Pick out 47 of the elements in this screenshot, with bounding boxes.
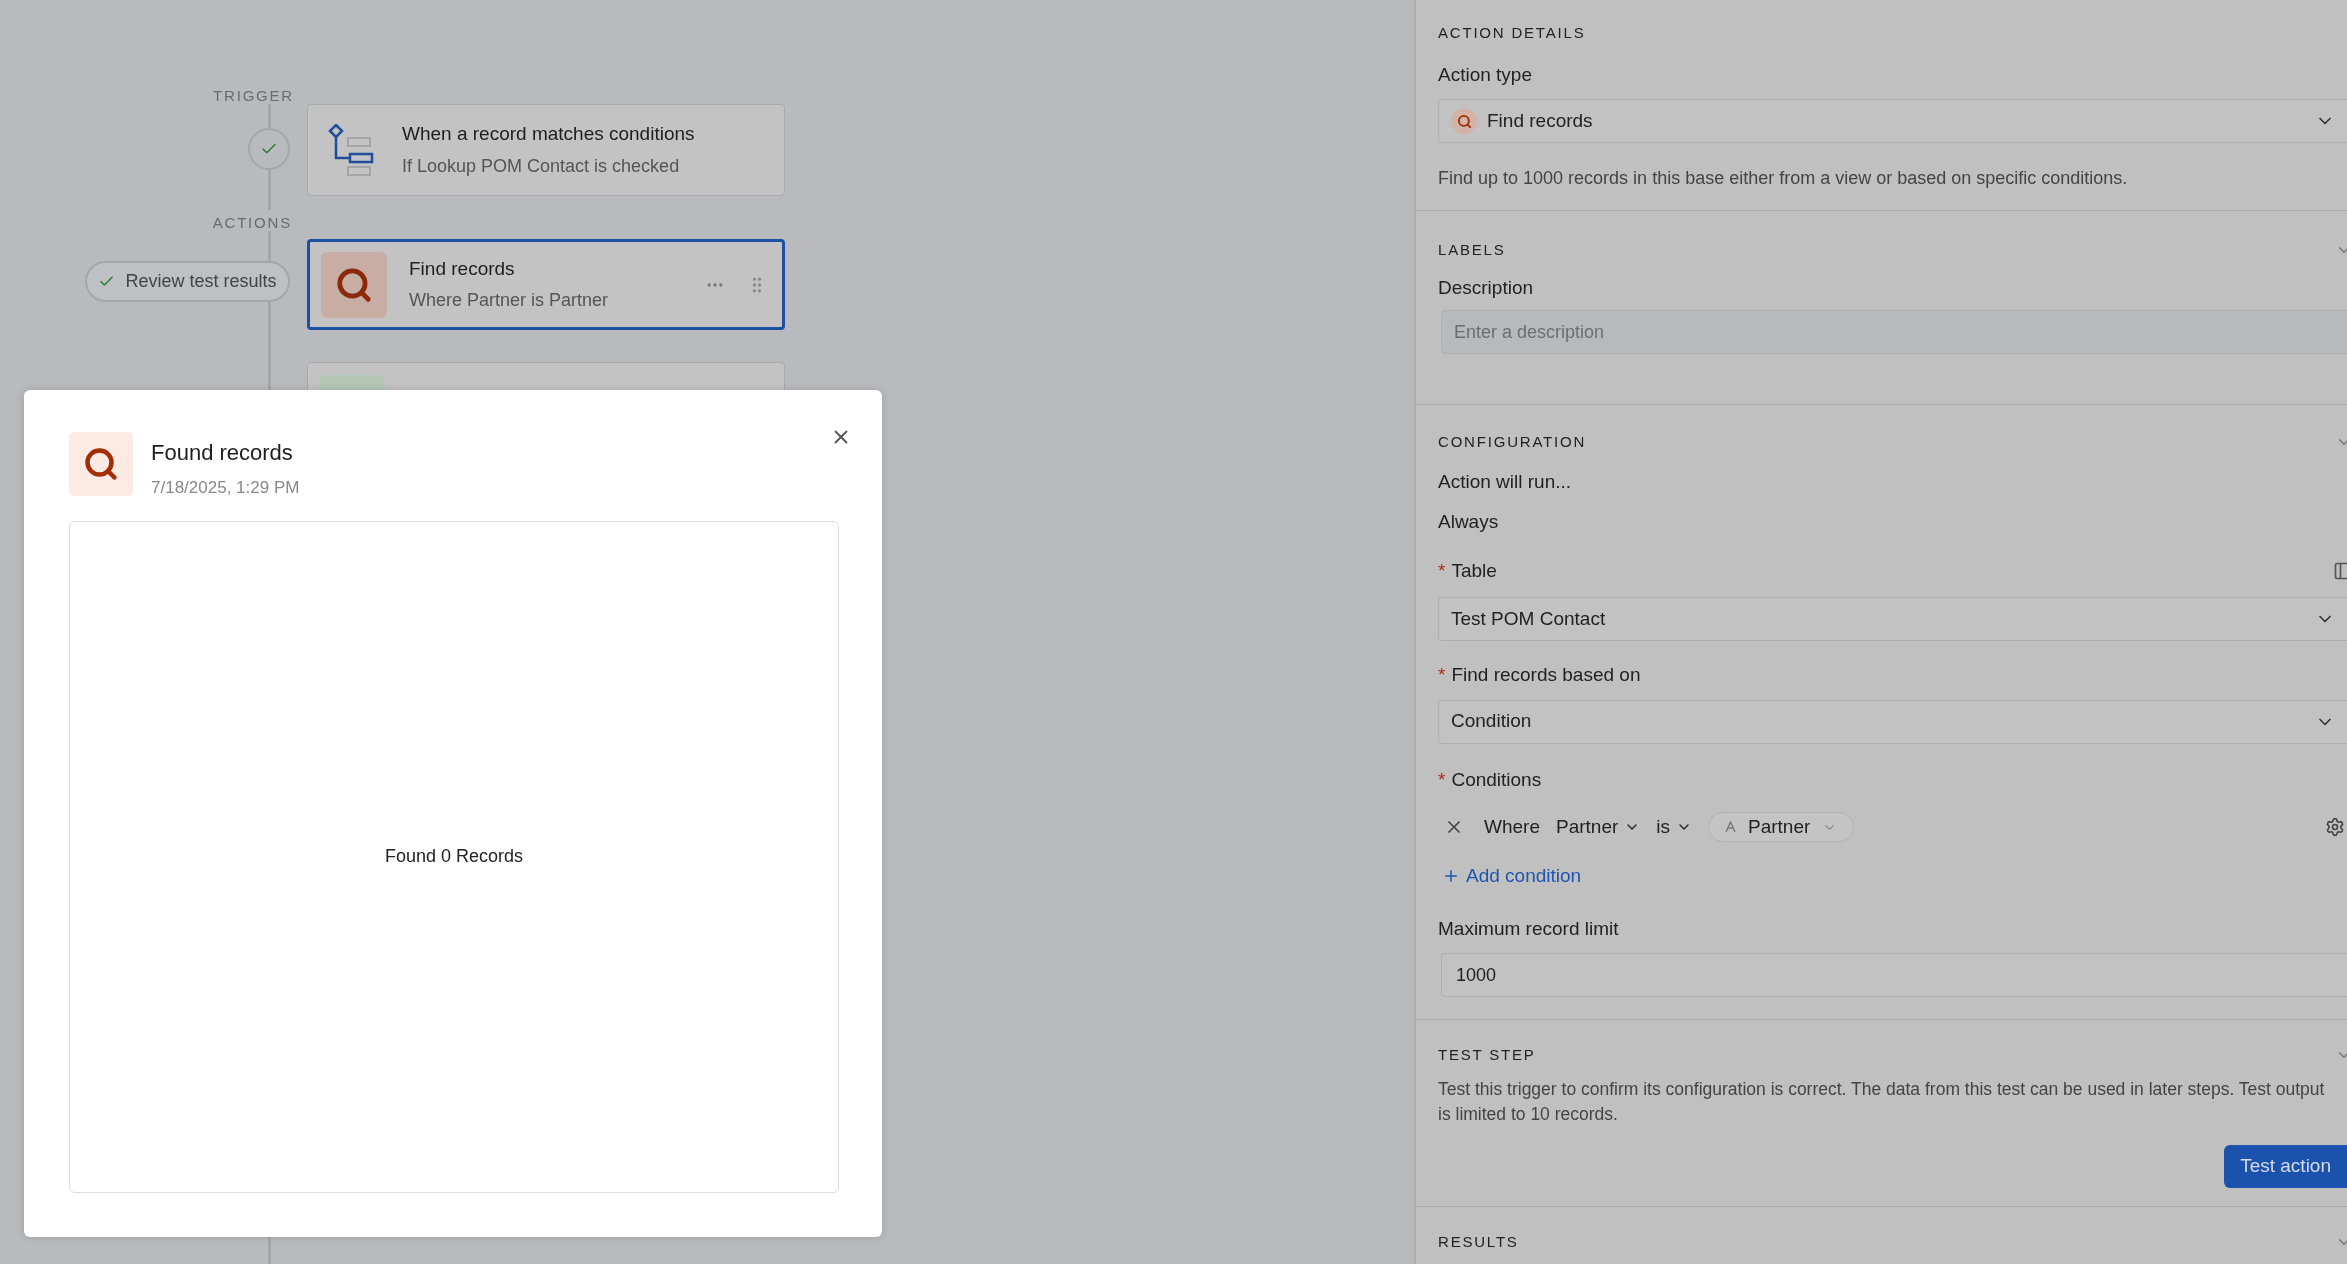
add-condition-link[interactable]: Add condition: [1442, 862, 1582, 891]
required-mark: *: [1438, 663, 1446, 687]
condition-prefix: Where: [1484, 814, 1540, 839]
field-dropdown[interactable]: Partner: [1555, 812, 1641, 842]
field-label: Description: [1438, 275, 1535, 300]
record-limit-field[interactable]: 1000: [1441, 953, 2347, 997]
action-card[interactable]: Find records Where Partner is Partner: [307, 239, 785, 330]
test-step-description: Test this trigger to confirm its configuration is correct. The data from this test can be used in later steps. Test output is limited to 10 records.: [1438, 1077, 2326, 1126]
description-field[interactable]: Enter a description: [1441, 310, 2347, 354]
section-heading: TEST STEP: [1438, 1045, 1536, 1065]
card-title: Find records: [409, 256, 516, 281]
value-dropdown[interactable]: Partner: [1708, 812, 1855, 842]
section-heading: LABELS: [1438, 240, 1506, 260]
select-field[interactable]: Condition: [1438, 699, 2347, 744]
empty-message: Found 0 Records: [384, 845, 524, 869]
select-field[interactable]: Test POM Contact: [1438, 597, 2347, 641]
review-results-button[interactable]: Review test results: [85, 261, 290, 302]
field-label: Action type: [1438, 62, 1533, 87]
field-label: Table: [1451, 558, 1497, 583]
required-mark: *: [1438, 767, 1446, 792]
card-subtitle: Where Partner is Partner: [409, 289, 610, 313]
action-description: Find up to 1000 records in this base either from a view or based on specific conditions.: [1438, 167, 2129, 190]
section-label: TRIGGER: [213, 88, 294, 104]
section-heading: ACTION DETAILS: [1438, 23, 1586, 43]
field-label: Action will run...: [1438, 469, 1573, 494]
operator-dropdown[interactable]: is: [1656, 812, 1692, 842]
select-field[interactable]: Find records: [1438, 99, 2347, 143]
search-icon: [69, 432, 133, 496]
search-icon: [1451, 108, 1477, 134]
card-title: When a record matches conditions: [402, 122, 695, 147]
dialog-title: Found records: [151, 439, 294, 467]
section-label: ACTIONS: [212, 215, 292, 231]
field-value: Always: [1438, 510, 1500, 534]
sidebar-icon[interactable]: [2333, 560, 2347, 581]
settings-icon[interactable]: [2325, 817, 2345, 837]
search-icon: [321, 251, 387, 318]
section-heading: RESULTS: [1438, 1231, 1519, 1252]
trigger-card[interactable]: When a record matches conditions If Lookup POM Contact is checked: [307, 104, 785, 196]
section-heading: CONFIGURATION: [1438, 432, 1587, 452]
field-label: Conditions: [1451, 767, 1542, 792]
test-action-button[interactable]: Test action: [2224, 1144, 2347, 1188]
field-label: Maximum record limit: [1438, 916, 1620, 941]
dialog-timestamp: 7/18/2025, 1:29 PM: [151, 477, 301, 499]
card-subtitle: If Lookup POM Contact is checked: [402, 154, 681, 178]
required-mark: *: [1438, 558, 1446, 583]
field-label: Find records based on: [1451, 663, 1641, 687]
text-type-icon: [1725, 821, 1736, 833]
